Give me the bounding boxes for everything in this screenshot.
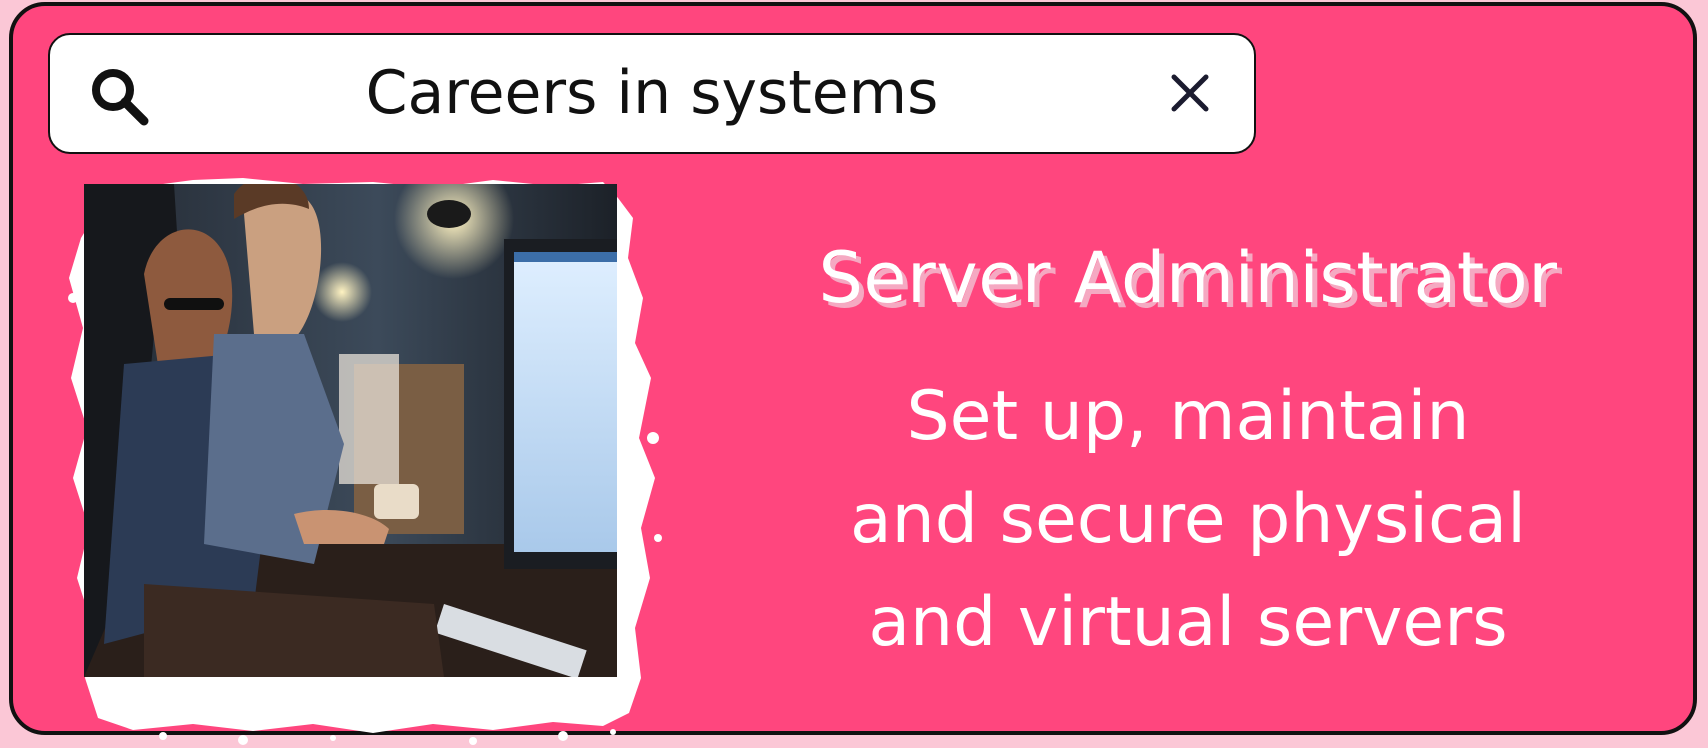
search-icon (92, 69, 149, 126)
job-description-line: and virtual servers (868, 583, 1508, 662)
close-icon[interactable] (1170, 73, 1210, 113)
job-info: Server Administrator Set up, maintain an… (753, 226, 1623, 674)
career-card: Careers in systems Server Administrator … (9, 2, 1697, 745)
search-input[interactable]: Careers in systems (170, 35, 1134, 152)
job-title: Server Administrator (818, 237, 1558, 319)
job-description-line: Set up, maintain (906, 377, 1470, 456)
job-description: Set up, maintain and secure physical and… (753, 365, 1623, 674)
career-photo (84, 184, 617, 677)
job-description-line: and secure physical (850, 480, 1526, 559)
office-scene-image (84, 184, 617, 677)
search-bar[interactable]: Careers in systems (48, 33, 1256, 154)
